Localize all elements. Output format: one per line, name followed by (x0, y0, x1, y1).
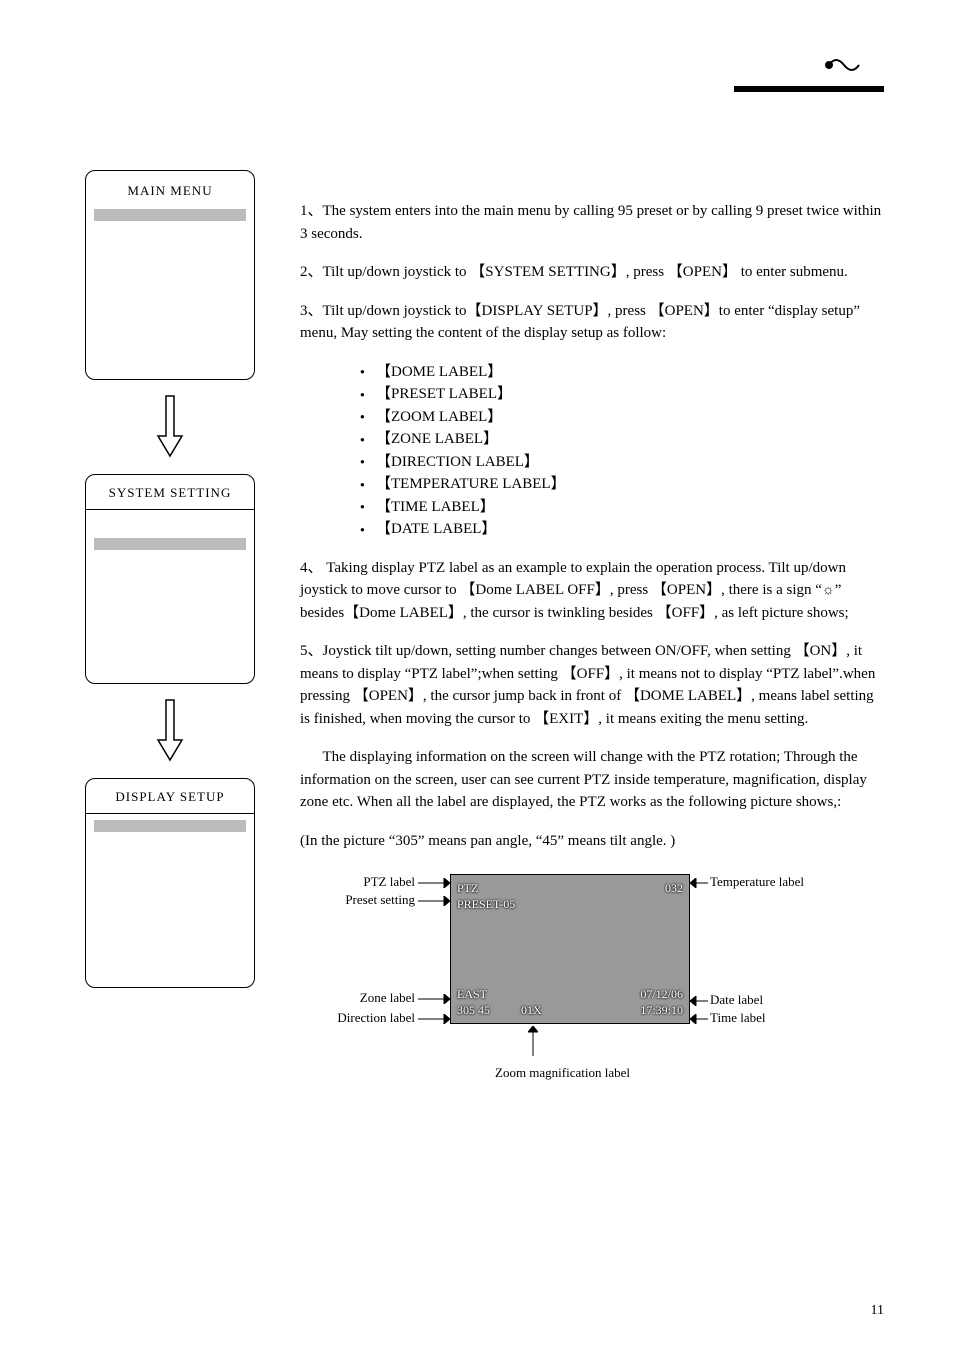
arrow-right-icon (418, 1014, 450, 1024)
main-menu-highlight (94, 209, 246, 221)
main-menu-title: MAIN MENU (94, 181, 246, 201)
overlay-temp: 032 (665, 879, 683, 897)
list-item: 【ZOOM LABEL】 (360, 406, 884, 429)
zone-label-annot: Zone label (340, 988, 415, 1008)
overlay-time: 17:39:10 (640, 1001, 683, 1019)
header-rule (734, 86, 884, 92)
arrow-down-icon (150, 392, 190, 462)
list-item: 【ZONE LABEL】 (360, 428, 884, 451)
paragraph-6: The displaying information on the screen… (300, 746, 884, 814)
paragraph-5: 5、Joystick tilt up/down, setting number … (300, 640, 884, 730)
list-item: 【DOME LABEL】 (360, 361, 884, 384)
direction-label-annot: Direction label (310, 1008, 415, 1028)
content-column: 1、The system enters into the main menu b… (270, 80, 884, 1088)
list-item: 【DATE LABEL】 (360, 518, 884, 541)
main-menu-box: MAIN MENU (85, 170, 255, 380)
arrow-right-icon (418, 994, 450, 1004)
system-setting-box: SYSTEM SETTING (85, 474, 255, 684)
arrow-right-icon (418, 878, 450, 888)
paragraph-1: 1、The system enters into the main menu b… (300, 200, 884, 245)
page-number: 11 (871, 1300, 884, 1321)
arrow-left-icon (690, 878, 708, 888)
preset-setting-annot: Preset setting (322, 890, 415, 910)
overlay-zoom: 01X (521, 1001, 542, 1019)
zoom-caption: Zoom magnification label (495, 1063, 630, 1083)
time-label-annot: Time label (710, 1008, 766, 1028)
date-label-annot: Date label (710, 990, 763, 1010)
arrow-down-icon (150, 696, 190, 766)
paragraph-4: 4、 Taking display PTZ label as an exampl… (300, 557, 884, 625)
video-preview: PTZ 032 PRESET-05 EAST 305 45 01X 07/12/… (450, 874, 690, 1024)
arrow-left-icon (690, 1014, 708, 1024)
left-diagram-column: MAIN MENU SYSTEM SETTING DISPLAY SETUP (70, 80, 270, 1088)
label-list: 【DOME LABEL】 【PRESET LABEL】 【ZOOM LABEL】… (300, 361, 884, 541)
arrow-left-icon (690, 996, 708, 1006)
system-setting-title: SYSTEM SETTING (92, 483, 248, 503)
display-setup-title: DISPLAY SETUP (92, 787, 248, 807)
list-item: 【TEMPERATURE LABEL】 (360, 473, 884, 496)
system-setting-highlight (94, 538, 246, 550)
ptz-label-annot: PTZ label (345, 872, 415, 892)
header-ornament-icon (824, 50, 864, 80)
display-setup-box: DISPLAY SETUP (85, 778, 255, 988)
arrow-right-icon (418, 896, 450, 906)
paragraph-3: 3、Tilt up/down joystick to【DISPLAY SETUP… (300, 300, 884, 345)
temperature-label-annot: Temperature label (710, 872, 804, 892)
paragraph-7: (In the picture “305” means pan angle, “… (300, 830, 884, 853)
arrow-up-icon (528, 1026, 538, 1056)
overlay-preset: PRESET-05 (457, 895, 515, 913)
overlay-direction: 305 45 (457, 1001, 490, 1019)
list-item: 【TIME LABEL】 (360, 496, 884, 519)
sun-icon: ☼ (822, 583, 835, 598)
annotated-ptz-diagram: PTZ 032 PRESET-05 EAST 305 45 01X 07/12/… (300, 868, 820, 1088)
display-setup-highlight (94, 820, 246, 832)
paragraph-2: 2、Tilt up/down joystick to 【SYSTEM SETTI… (300, 261, 884, 284)
list-item: 【DIRECTION LABEL】 (360, 451, 884, 474)
list-item: 【PRESET LABEL】 (360, 383, 884, 406)
